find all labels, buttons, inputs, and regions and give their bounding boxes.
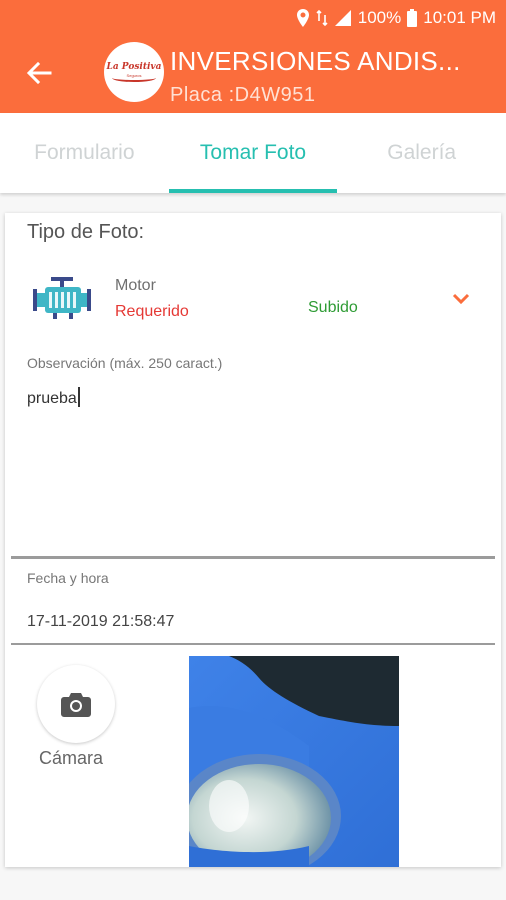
- text-cursor: [77, 387, 80, 407]
- battery-icon: [407, 9, 418, 27]
- photo-image: [189, 656, 399, 867]
- chevron-down-icon[interactable]: [451, 291, 471, 307]
- battery-percent: 100%: [357, 8, 402, 27]
- photo-type-label: Tipo de Foto:: [27, 221, 145, 243]
- camera-icon: [61, 693, 91, 717]
- location-icon: [296, 9, 310, 27]
- observation-label: Observación (máx. 250 caract.): [27, 355, 223, 371]
- observation-value: prueba: [27, 390, 77, 407]
- observation-textarea[interactable]: prueba: [11, 379, 495, 559]
- engine-icon: [33, 277, 91, 319]
- clock: 10:01 PM: [423, 8, 496, 27]
- tab-tomar-foto[interactable]: Tomar Foto: [168, 113, 338, 193]
- photo-type-dropdown[interactable]: Motor Requerido Subido: [5, 263, 501, 343]
- camera-button[interactable]: [37, 665, 115, 743]
- required-badge: Requerido: [115, 303, 189, 320]
- photo-form-card: Tipo de Foto: Motor Requerido Subido Obs…: [5, 213, 501, 867]
- status-bar: 100% 10:01 PM: [0, 0, 506, 36]
- camera-label: Cámara: [39, 748, 104, 768]
- signal-icon: [334, 10, 352, 26]
- photo-type-name: Motor: [115, 277, 156, 294]
- logo-swoosh: [112, 74, 156, 82]
- tab-bar: Formulario Tomar Foto Galería: [0, 113, 506, 193]
- captured-photo[interactable]: [189, 656, 399, 867]
- company-logo: La Positiva Seguros: [104, 42, 164, 102]
- tab-formulario[interactable]: Formulario: [0, 113, 169, 193]
- logo-text: La Positiva: [106, 62, 162, 72]
- page-title: INVERSIONES ANDIS...: [170, 46, 461, 76]
- plate-subtitle: Placa :D4W951: [170, 84, 316, 106]
- datetime-field[interactable]: 17-11-2019 21:58:47: [11, 599, 495, 645]
- data-transfer-icon: [316, 9, 328, 27]
- upload-status: Subido: [308, 299, 358, 316]
- datetime-label: Fecha y hora: [27, 570, 109, 586]
- app: 100% 10:01 PM La Positiva Seguros INVERS…: [0, 0, 506, 900]
- arrow-left-icon: [26, 62, 52, 84]
- back-button[interactable]: [22, 56, 56, 90]
- tab-galeria[interactable]: Galería: [337, 113, 506, 193]
- app-header: 100% 10:01 PM La Positiva Seguros INVERS…: [0, 0, 506, 113]
